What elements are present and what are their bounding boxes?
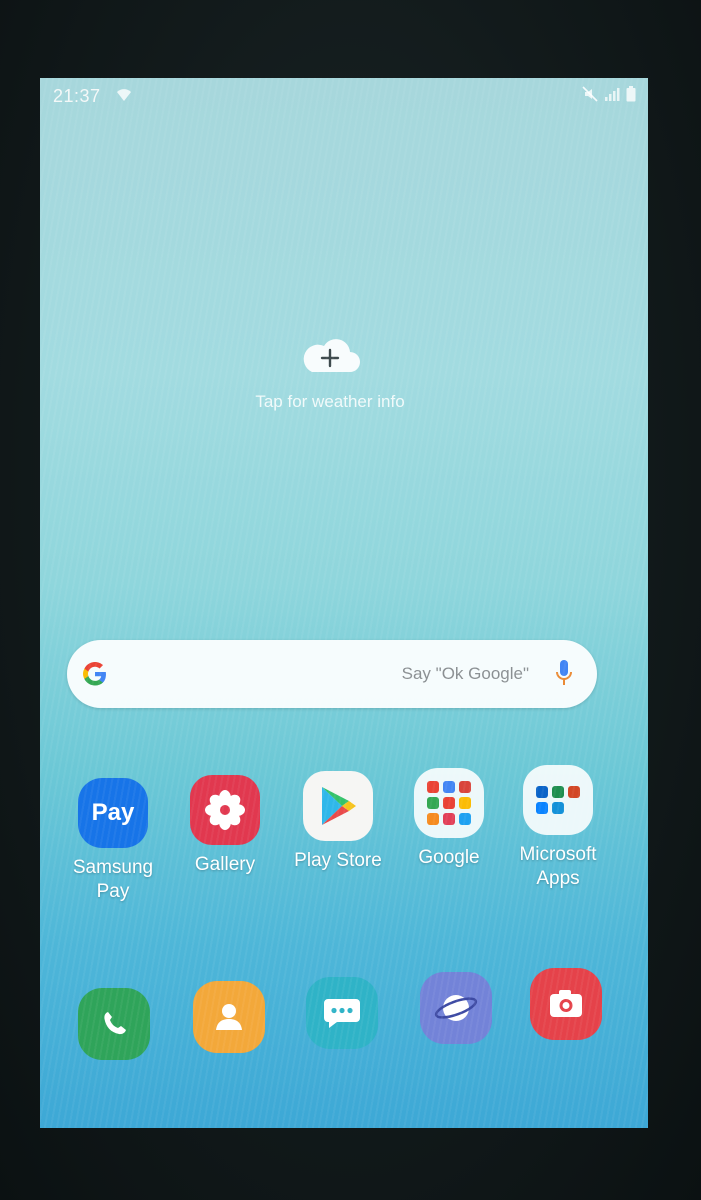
weather-widget[interactable]: Tap for weather info xyxy=(210,336,450,426)
play-movies-icon xyxy=(443,813,455,825)
contacts-icon xyxy=(216,1004,242,1030)
cloud-plus-icon xyxy=(303,339,360,372)
search-placeholder: Say "Ok Google" xyxy=(401,664,529,683)
samsung-pay-icon: Pay xyxy=(78,778,148,848)
google-folder-icon xyxy=(414,768,484,838)
signal-icon xyxy=(605,88,620,101)
folder-preview xyxy=(427,781,471,825)
google-g-icon xyxy=(83,662,106,686)
app-label: Samsung Pay xyxy=(72,857,154,902)
folder-microsoft-apps[interactable]: Microsoft Apps xyxy=(503,765,613,891)
play-store-icon xyxy=(303,771,373,841)
samsung-pay-icon-text: Pay xyxy=(91,799,135,826)
maps-icon xyxy=(427,797,439,809)
chrome-icon xyxy=(443,781,455,793)
google-app-icon xyxy=(427,781,439,793)
app-gallery[interactable]: Gallery xyxy=(170,775,280,877)
home-screen: 21:37 Tap for weather info Say "Ok Googl… xyxy=(40,78,648,1128)
dock-phone[interactable] xyxy=(78,988,150,1060)
status-bar: 21:37 xyxy=(40,78,648,114)
app-label: Google xyxy=(418,847,480,868)
app-label: Play Store xyxy=(294,850,382,871)
onedrive-icon xyxy=(536,802,548,814)
mic-icon[interactable] xyxy=(555,658,573,688)
device-frame: 21:37 Tap for weather info Say "Ok Googl… xyxy=(0,0,701,1200)
gallery-icon xyxy=(190,775,260,845)
mute-icon xyxy=(582,86,598,102)
messages-icon xyxy=(324,999,360,1028)
dock-camera[interactable] xyxy=(530,968,602,1040)
play-triangle-icon xyxy=(322,787,356,825)
powerpoint-icon xyxy=(568,786,580,798)
drive-icon xyxy=(459,797,471,809)
app-samsung-pay[interactable]: Pay Samsung Pay xyxy=(58,778,168,904)
internet-icon xyxy=(434,995,478,1021)
folder-preview xyxy=(536,786,580,814)
app-label: Gallery xyxy=(194,854,256,875)
skype-icon xyxy=(552,802,564,814)
word-icon xyxy=(536,786,548,798)
battery-icon xyxy=(626,86,636,102)
duo-icon xyxy=(459,813,471,825)
status-time: 21:37 xyxy=(53,86,101,106)
dock-contacts[interactable] xyxy=(193,981,265,1053)
google-search-bar[interactable]: Say "Ok Google" xyxy=(67,640,597,708)
weather-prompt: Tap for weather info xyxy=(255,392,405,411)
phone-icon xyxy=(104,1012,126,1035)
folder-google[interactable]: Google xyxy=(394,768,504,870)
camera-icon xyxy=(550,990,582,1017)
youtube-icon xyxy=(443,797,455,809)
flower-icon xyxy=(205,790,245,830)
dock-internet[interactable] xyxy=(420,972,492,1044)
status-icons xyxy=(582,86,636,102)
excel-icon xyxy=(552,786,564,798)
microsoft-folder-icon xyxy=(523,765,593,835)
dock-messages[interactable] xyxy=(306,977,378,1049)
gmail-icon xyxy=(459,781,471,793)
wifi-icon xyxy=(117,89,131,101)
empty-slot xyxy=(568,802,580,814)
app-label: Microsoft Apps xyxy=(519,844,597,889)
play-music-icon xyxy=(427,813,439,825)
app-play-store[interactable]: Play Store xyxy=(283,771,393,873)
